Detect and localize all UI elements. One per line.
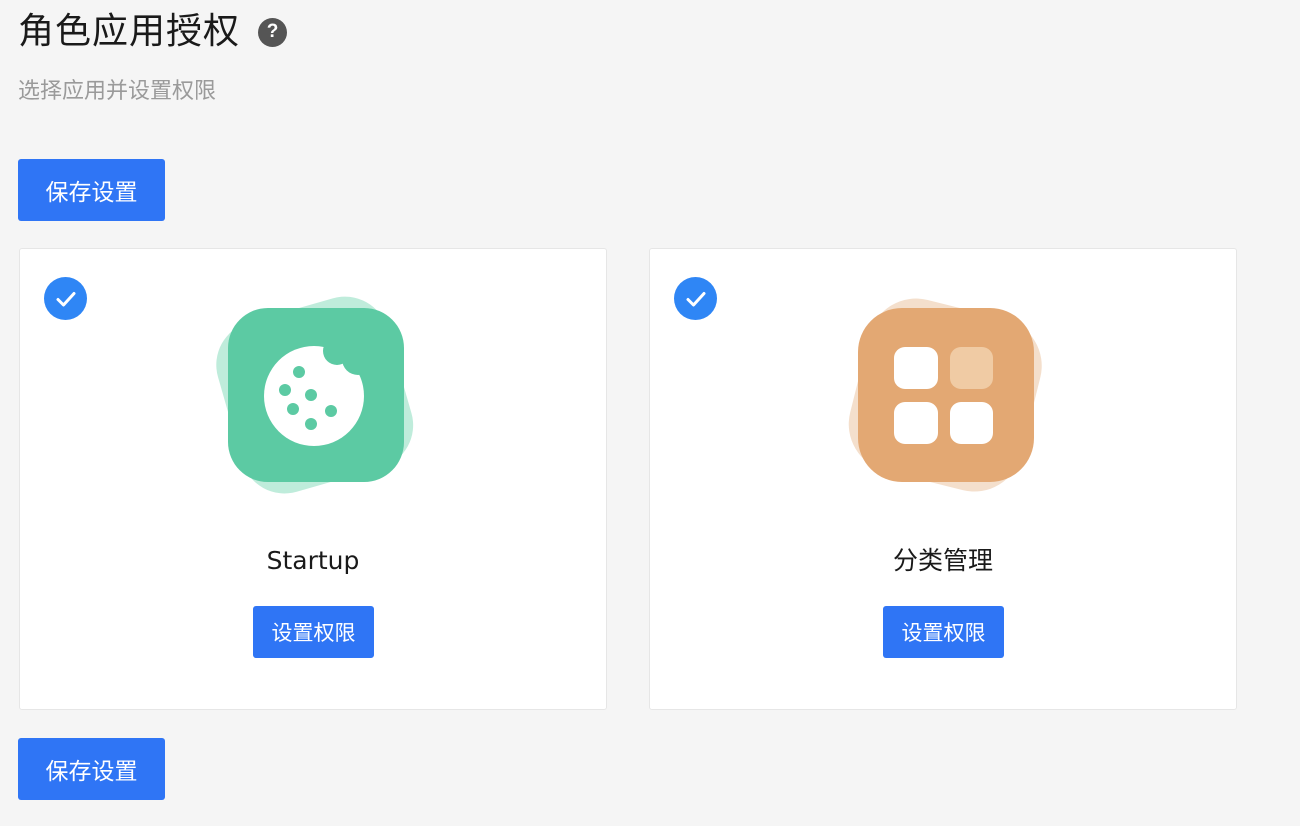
page-subtitle: 选择应用并设置权限 [18,79,217,104]
check-icon [686,291,705,306]
check-icon [56,291,75,306]
set-permission-button[interactable]: 设置权限 [253,606,374,658]
selected-checkbox[interactable] [674,277,717,320]
selected-checkbox[interactable] [44,277,87,320]
question-circle-icon[interactable]: ? [258,17,288,47]
app-card-category-management[interactable]: 分类管理 设置权限 [649,248,1237,710]
save-settings-button-top[interactable]: 保存设置 [18,159,165,221]
header: 角色应用授权 ? [18,8,288,56]
category-grid-icon [842,295,1048,497]
role-app-authorization-page: 角色应用授权 ? 选择应用并设置权限 保存设置 Startup 设置权限 分类管… [0,0,1300,826]
page-title: 角色应用授权 [18,11,241,52]
cookie-icon [212,295,418,497]
app-name: 分类管理 [892,546,993,575]
app-card-startup[interactable]: Startup 设置权限 [19,248,607,710]
set-permission-button[interactable]: 设置权限 [883,606,1004,658]
app-name: Startup [266,546,360,575]
save-settings-button-bottom[interactable]: 保存设置 [18,738,165,800]
